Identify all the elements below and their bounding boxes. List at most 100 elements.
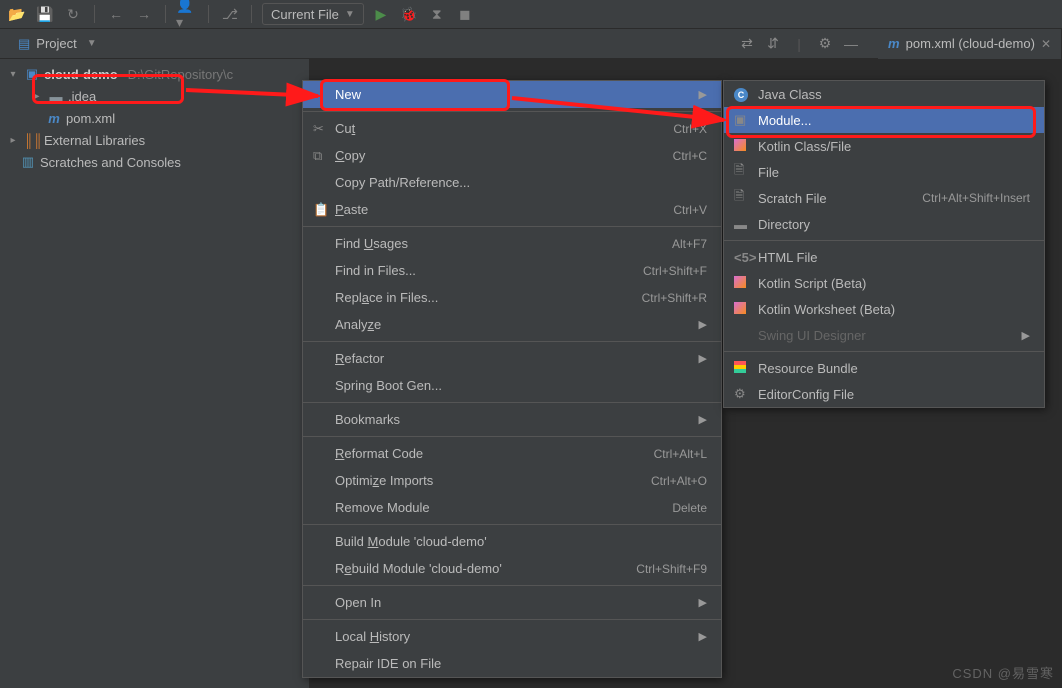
shortcut: Ctrl+Alt+L <box>654 447 707 461</box>
shortcut: Ctrl+Shift+F9 <box>636 562 707 576</box>
chevron-right-icon: ▸ <box>30 91 44 102</box>
context-menu-item[interactable]: Spring Boot Gen... <box>303 372 721 399</box>
menu-label: Refactor <box>335 351 691 366</box>
separator <box>724 240 1044 241</box>
context-menu-item[interactable]: Optimize ImportsCtrl+Alt+O <box>303 467 721 494</box>
menu-label: Replace in Files... <box>335 290 642 305</box>
separator <box>208 5 209 23</box>
menu-directory[interactable]: ▬ Directory <box>724 211 1044 237</box>
close-icon[interactable]: ✕ <box>1041 37 1051 51</box>
menu-label: Optimize Imports <box>335 473 651 488</box>
back-icon[interactable]: ← <box>105 3 127 25</box>
chevron-right-icon: ▶ <box>699 352 707 365</box>
context-menu-item[interactable]: ✂CutCtrl+X <box>303 115 721 142</box>
project-name: cloud-demo <box>44 67 118 82</box>
menu-java-class[interactable]: C Java Class <box>724 81 1044 107</box>
menu-kotlin-class[interactable]: Kotlin Class/File <box>724 133 1044 159</box>
project-panel-header[interactable]: ▤ Project ▼ <box>0 36 310 52</box>
file-icon: 🗎 <box>734 161 758 183</box>
expand-all-icon[interactable]: ⇵ <box>762 33 784 55</box>
tree-idea-folder[interactable]: ▸ ▬ .idea <box>0 85 309 107</box>
tree-project-root[interactable]: ▾ ▣ cloud-demo D:\GitRepository\c <box>0 63 309 85</box>
minimize-icon[interactable]: — <box>840 33 862 55</box>
stop-icon[interactable]: ◼ <box>454 3 476 25</box>
menu-label: New <box>335 87 691 102</box>
menu-editorconfig[interactable]: ⚙ EditorConfig File <box>724 381 1044 407</box>
menu-label: Paste <box>335 202 673 217</box>
menu-label: Directory <box>758 217 1030 232</box>
menu-label: Analyze <box>335 317 691 332</box>
run-config-selector[interactable]: Current File ▼ <box>262 3 364 25</box>
menu-label: Cut <box>335 121 673 136</box>
menu-label: EditorConfig File <box>758 387 1030 402</box>
menu-label: Copy Path/Reference... <box>335 175 707 190</box>
menu-file[interactable]: 🗎 File <box>724 159 1044 185</box>
refresh-icon[interactable]: ↻ <box>62 3 84 25</box>
separator <box>724 351 1044 352</box>
chevron-right-icon: ▶ <box>699 596 707 609</box>
tree-external-libs[interactable]: ▸ ║║ External Libraries <box>0 129 309 151</box>
menu-kotlin-worksheet[interactable]: Kotlin Worksheet (Beta) <box>724 296 1044 322</box>
chevron-down-icon: ▾ <box>6 69 20 80</box>
menu-label: Local History <box>335 629 691 644</box>
menu-kotlin-script[interactable]: Kotlin Script (Beta) <box>724 270 1044 296</box>
select-opened-icon[interactable]: ⇄ <box>736 33 758 55</box>
branch-icon[interactable]: ⎇ <box>219 3 241 25</box>
menu-label: File <box>758 165 1030 180</box>
context-menu-item[interactable]: Open In▶ <box>303 589 721 616</box>
menu-label: Find Usages <box>335 236 672 251</box>
project-path: D:\GitRepository\c <box>128 67 233 82</box>
gear-icon[interactable]: ⚙ <box>814 33 836 55</box>
context-menu-item[interactable]: 📋PasteCtrl+V <box>303 196 721 223</box>
context-menu-item[interactable]: Find in Files...Ctrl+Shift+F <box>303 257 721 284</box>
tree-scratches[interactable]: ▥ Scratches and Consoles <box>0 151 309 173</box>
context-menu-item[interactable]: Repair IDE on File <box>303 650 721 677</box>
class-icon: C <box>734 86 758 102</box>
tree-label: External Libraries <box>44 133 145 148</box>
menu-label: Resource Bundle <box>758 361 1030 376</box>
menu-scratch-file[interactable]: 🗎 Scratch File Ctrl+Alt+Shift+Insert <box>724 185 1044 211</box>
menu-label: Find in Files... <box>335 263 643 278</box>
user-icon[interactable]: 👤▾ <box>176 3 198 25</box>
menu-label: HTML File <box>758 250 1030 265</box>
context-menu-item[interactable]: Copy Path/Reference... <box>303 169 721 196</box>
tree-pom-file[interactable]: m pom.xml <box>0 107 309 129</box>
context-menu-item[interactable]: Build Module 'cloud-demo' <box>303 528 721 555</box>
save-icon[interactable]: 💾 <box>34 3 56 25</box>
project-tree: ▾ ▣ cloud-demo D:\GitRepository\c ▸ ▬ .i… <box>0 59 310 688</box>
run-icon[interactable]: ▶ <box>370 3 392 25</box>
context-menu-item[interactable]: ⧉CopyCtrl+C <box>303 142 721 169</box>
menu-resource-bundle[interactable]: Resource Bundle <box>724 355 1044 381</box>
chevron-down-icon: ▼ <box>345 9 355 20</box>
module-icon: ▣ <box>734 112 758 128</box>
shortcut: Ctrl+V <box>673 203 707 217</box>
watermark: CSDN @易雪寒 <box>952 663 1054 682</box>
gear-icon: ⚙ <box>734 386 758 402</box>
separator <box>303 436 721 437</box>
folder-icon: ▬ <box>48 89 64 104</box>
maven-icon: m <box>888 36 900 51</box>
menu-module[interactable]: ▣ Module... <box>724 107 1044 133</box>
debug-icon[interactable]: 🐞 <box>398 3 420 25</box>
open-icon[interactable]: 📂 <box>6 3 28 25</box>
context-menu-item[interactable]: Find UsagesAlt+F7 <box>303 230 721 257</box>
context-menu-item[interactable]: Refactor ▶ <box>303 345 721 372</box>
context-menu-item[interactable]: New▶ <box>303 81 721 108</box>
context-menu-item[interactable]: Local History▶ <box>303 623 721 650</box>
coverage-icon[interactable]: ⧗ <box>426 3 448 25</box>
scratches-icon: ▥ <box>20 154 36 170</box>
context-menu-item[interactable]: Replace in Files...Ctrl+Shift+R <box>303 284 721 311</box>
context-menu-item[interactable]: Rebuild Module 'cloud-demo'Ctrl+Shift+F9 <box>303 555 721 582</box>
menu-label: Kotlin Class/File <box>758 139 1030 154</box>
forward-icon[interactable]: → <box>133 3 155 25</box>
menu-html-file[interactable]: <5> HTML File <box>724 244 1044 270</box>
menu-label: Scratch File <box>758 191 922 206</box>
context-menu-item[interactable]: Analyze▶ <box>303 311 721 338</box>
context-menu-item[interactable]: Bookmarks▶ <box>303 406 721 433</box>
editor-tab[interactable]: m pom.xml (cloud-demo) ✕ <box>878 29 1062 59</box>
context-menu-item[interactable]: Reformat CodeCtrl+Alt+L <box>303 440 721 467</box>
separator <box>303 402 721 403</box>
context-menu-item[interactable]: Remove ModuleDelete <box>303 494 721 521</box>
separator <box>251 5 252 23</box>
kotlin-icon <box>734 276 758 291</box>
